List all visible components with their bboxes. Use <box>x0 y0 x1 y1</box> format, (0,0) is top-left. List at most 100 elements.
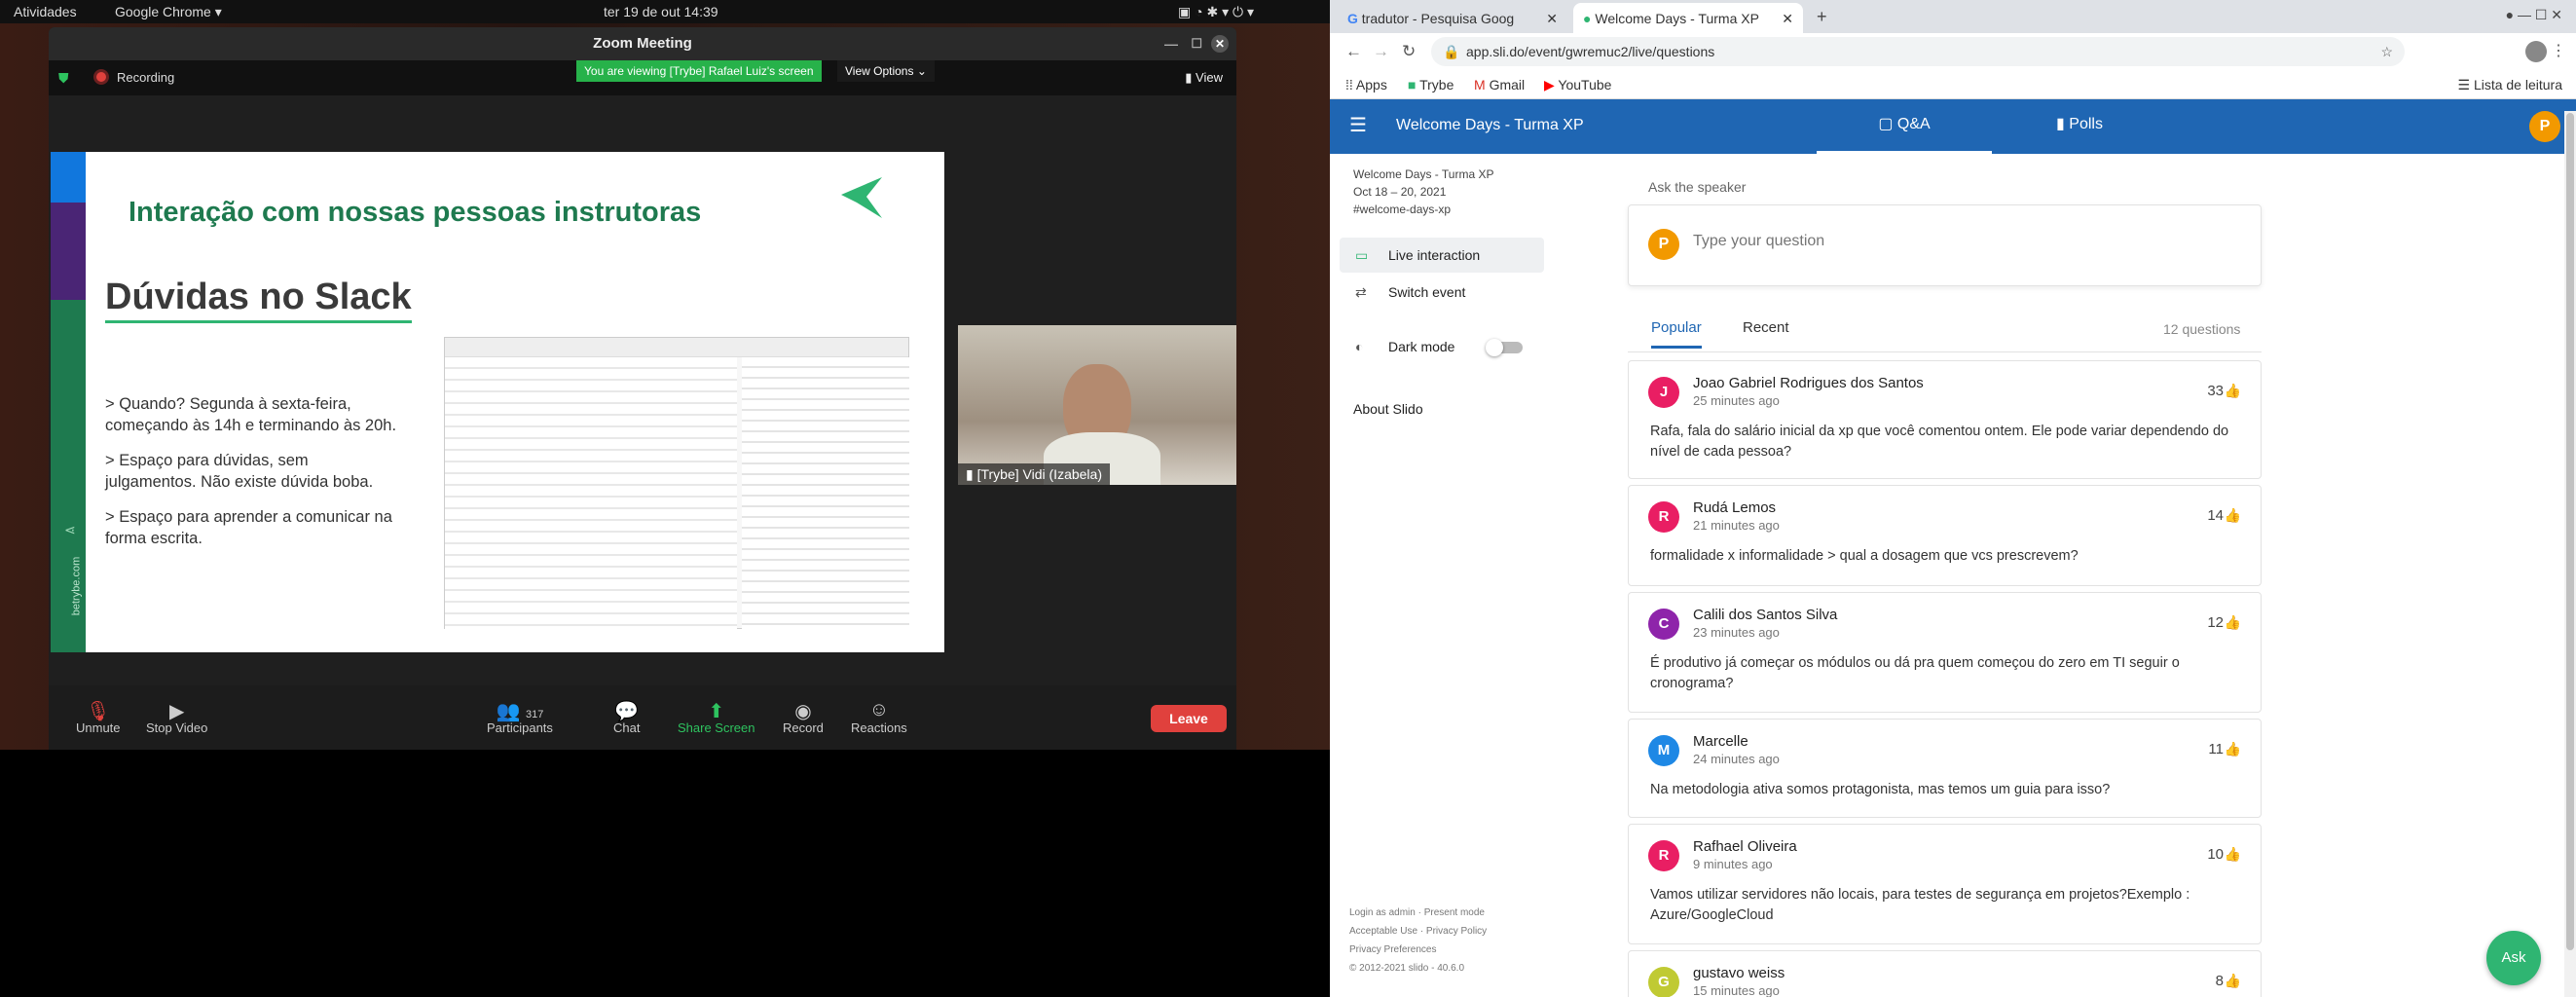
question-card[interactable]: R Rudá Lemos 21 minutes ago 14 👍 formali… <box>1628 485 2262 586</box>
bookmark-label: Gmail <box>1489 77 1526 92</box>
question-input[interactable] <box>1693 233 2219 250</box>
footer-line[interactable]: Login as admin · Present mode <box>1349 904 1487 922</box>
thumbs-up-icon[interactable]: 👍 <box>2225 383 2241 399</box>
shared-slide: ⋖ betrybe.com Interação com nossas pesso… <box>51 152 944 652</box>
zoom-title-bar: Zoom Meeting — ☐ ✕ <box>49 27 1236 60</box>
question-card[interactable]: J Joao Gabriel Rodrigues dos Santos 25 m… <box>1628 360 2262 479</box>
back-icon[interactable]: ← <box>1345 42 1362 61</box>
author-name: gustavo weiss <box>1693 965 1785 981</box>
ask-button[interactable]: Ask <box>2486 931 2541 985</box>
question-text: Na metodologia ativa somos protagonista,… <box>1650 782 2111 797</box>
shield-icon[interactable]: ⛊ <box>58 70 69 87</box>
record-label: Record <box>783 720 824 735</box>
thumbs-up-icon[interactable]: 👍 <box>2225 507 2241 524</box>
stop-video-button[interactable]: ▶ Stop Video <box>146 699 207 735</box>
author-avatar: R <box>1648 501 1679 533</box>
dark-mode-icon: ◐ <box>1355 339 1364 354</box>
footer-line[interactable]: Acceptable Use · Privacy Policy <box>1349 922 1487 941</box>
leave-button[interactable]: Leave <box>1151 705 1227 732</box>
unmute-button[interactable]: 🎙 Unmute <box>76 699 121 735</box>
close-icon[interactable]: ✕ <box>1211 35 1229 53</box>
switch-event-item[interactable]: ⇄ Switch event <box>1340 275 1544 310</box>
reactions-button[interactable]: ☺ Reactions <box>851 699 907 735</box>
hamburger-icon[interactable]: ☰ <box>1349 113 1367 137</box>
menu-icon[interactable]: ⋮ <box>2551 41 2566 60</box>
chat-bubble-icon: ▭ <box>1355 247 1369 263</box>
app-menu[interactable]: Google Chrome ▾ <box>115 4 222 20</box>
sort-popular-tab[interactable]: Popular <box>1651 319 1702 349</box>
sort-recent-tab[interactable]: Recent <box>1743 319 1789 336</box>
slide-subheading: Dúvidas no Slack <box>105 277 412 323</box>
new-tab-icon[interactable]: + <box>1817 7 1827 27</box>
profile-avatar[interactable] <box>2525 41 2547 62</box>
reading-list[interactable]: ☰ Lista de leitura <box>2457 77 2562 93</box>
view-options-button[interactable]: View Options ⌄ <box>837 60 935 82</box>
slido-content: Welcome Days - Turma XP Oct 18 – 20, 202… <box>1330 154 2557 997</box>
trybe-small-logo-icon: ⋖ <box>64 522 76 537</box>
question-card[interactable]: C Calili dos Santos Silva 23 minutes ago… <box>1628 592 2262 713</box>
thumbs-up-icon[interactable]: 👍 <box>2225 614 2241 631</box>
thumbs-up-icon[interactable]: 👍 <box>2225 741 2241 757</box>
tab-qa[interactable]: ▢ Q&A <box>1817 99 1992 154</box>
participants-button[interactable]: 👥 317 Participants <box>487 699 553 735</box>
tab-close-icon[interactable]: ✕ <box>1782 11 1793 27</box>
question-card[interactable]: R Rafhael Oliveira 9 minutes ago 10 👍 Va… <box>1628 824 2262 944</box>
question-card[interactable]: G gustavo weiss 15 minutes ago 8 👍 <box>1628 950 2262 997</box>
side-event-dates: Oct 18 – 20, 2021 <box>1353 185 1447 199</box>
viewing-banner: You are viewing [Trybe] Rafael Luiz's sc… <box>576 60 822 82</box>
chrome-window: G tradutor - Pesquisa Goog ✕ ● Welcome D… <box>1330 0 2576 997</box>
bookmark-youtube[interactable]: ▶ YouTube <box>1544 77 1611 93</box>
slack-screenshot-image <box>444 337 909 630</box>
record-button[interactable]: ◉ Record <box>783 699 824 735</box>
tab-close-icon[interactable]: ✕ <box>1546 11 1558 27</box>
sort-divider <box>1628 351 2262 352</box>
share-screen-icon: ⬆ <box>708 701 725 722</box>
tab-welcome-days[interactable]: ● Welcome Days - Turma XP ✕ <box>1573 3 1803 33</box>
zoom-window: Zoom Meeting — ☐ ✕ ⛊ Recording You are v… <box>49 27 1236 750</box>
participant-video[interactable]: ▮ [Trybe] Vidi (Izabela) <box>958 325 1236 485</box>
footer-line: © 2012-2021 slido - 40.6.0 <box>1349 963 1465 974</box>
scrollbar[interactable] <box>2564 111 2576 997</box>
slido-footer: Login as admin · Present mode Acceptable… <box>1349 904 1487 978</box>
like-count: 10 <box>2207 846 2224 863</box>
bookmark-apps[interactable]: ⁞⁞ Apps <box>1345 77 1387 92</box>
tab-tradutor[interactable]: G tradutor - Pesquisa Goog ✕ <box>1338 3 1567 33</box>
slido-tab-icon: ● <box>1583 11 1592 26</box>
thumbs-up-icon[interactable]: 👍 <box>2225 846 2241 863</box>
bullet-3b: forma escrita. <box>105 530 202 547</box>
footer-line[interactable]: Privacy Preferences <box>1349 941 1487 959</box>
maximize-icon[interactable]: ☐ <box>1191 27 1202 60</box>
bookmark-label: YouTube <box>1558 77 1612 92</box>
clock[interactable]: ter 19 de out 14:39 <box>604 4 718 19</box>
url-field[interactable]: 🔒 app.sli.do/event/gwremuc2/live/question… <box>1431 37 2405 66</box>
reactions-label: Reactions <box>851 720 907 735</box>
live-interaction-item[interactable]: ▭ Live interaction <box>1340 238 1544 273</box>
bookmark-gmail[interactable]: M Gmail <box>1474 77 1525 92</box>
user-avatar[interactable]: P <box>2529 111 2560 142</box>
dark-mode-toggle[interactable] <box>1486 339 1523 356</box>
like-count: 14 <box>2207 507 2224 524</box>
tab-polls-label: Polls <box>2069 116 2103 132</box>
dark-mode-item[interactable]: ◐ Dark mode <box>1340 329 1544 364</box>
author-avatar: R <box>1648 840 1679 871</box>
about-slido-link[interactable]: About Slido <box>1353 401 1423 417</box>
minimize-icon[interactable]: — <box>1164 27 1178 60</box>
tab-polls[interactable]: ▮ Polls <box>1992 99 2167 154</box>
view-button[interactable]: ▮ View <box>1185 70 1223 86</box>
activities-button[interactable]: Atividades <box>14 4 77 19</box>
bookmark-trybe[interactable]: ■ Trybe <box>1408 77 1454 92</box>
thumbs-up-icon[interactable]: 👍 <box>2225 973 2241 989</box>
chat-button[interactable]: 💬 Chat <box>613 699 640 735</box>
share-screen-button[interactable]: ⬆ Share Screen <box>678 699 755 735</box>
record-icon: ◉ <box>794 701 812 722</box>
system-tray-icons[interactable]: ▣ ◔ ✱ ▾ ⏻ ▾ <box>1178 4 1254 20</box>
window-controls-icon[interactable]: ● — ☐ ✕ <box>2506 7 2562 23</box>
zoom-info-bar: ⛊ Recording You are viewing [Trybe] Rafa… <box>49 60 1236 95</box>
star-icon[interactable]: ☆ <box>2380 37 2393 66</box>
question-box[interactable]: P <box>1628 204 2262 286</box>
reload-icon[interactable]: ↻ <box>1402 42 1416 61</box>
question-card[interactable]: M Marcelle 24 minutes ago 11 👍 Na metodo… <box>1628 719 2262 818</box>
reading-list-label: Lista de leitura <box>2473 77 2562 92</box>
os-top-bar: Atividades Google Chrome ▾ ter 19 de out… <box>0 0 1330 23</box>
forward-icon[interactable]: → <box>1373 42 1389 61</box>
